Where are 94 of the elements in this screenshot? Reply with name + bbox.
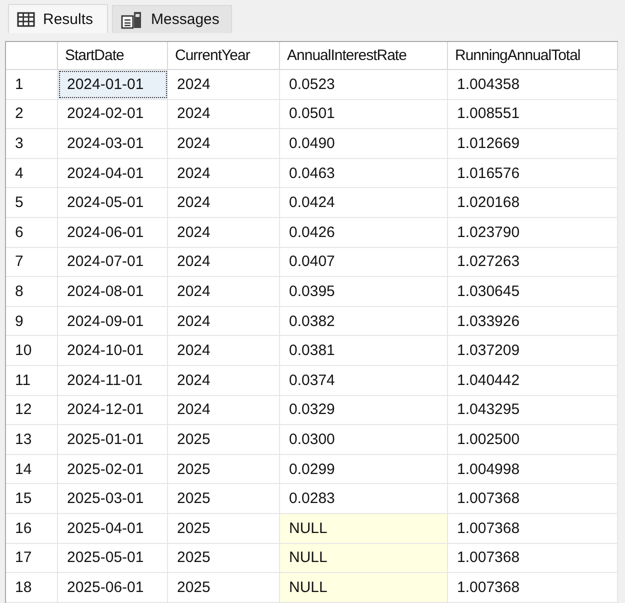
table-cell: 2024-01-01 xyxy=(58,70,168,99)
row-number[interactable]: 3 xyxy=(6,129,58,158)
table-cell: 2025-01-01 xyxy=(58,425,168,454)
table-cell: 2024 xyxy=(168,70,280,99)
table-cell: 1.002500 xyxy=(448,425,618,454)
table-cell: 2024 xyxy=(168,129,280,158)
table-cell: 1.030645 xyxy=(448,277,618,306)
table-cell: 1.004358 xyxy=(448,70,618,99)
table-cell: 0.0424 xyxy=(280,188,448,217)
row-number[interactable]: 6 xyxy=(6,218,58,247)
table-cell: 2024-05-01 xyxy=(58,188,168,217)
row-number[interactable]: 4 xyxy=(6,158,58,188)
table-cell: 0.0501 xyxy=(280,100,448,128)
column-header[interactable]: RunningAnnualTotal xyxy=(448,42,618,69)
column-header[interactable]: CurrentYear xyxy=(168,42,280,69)
table-cell: 2024 xyxy=(168,218,280,247)
table-cell: 0.0523 xyxy=(280,70,448,99)
row-number[interactable]: 16 xyxy=(6,514,58,542)
table-cell: 1.033926 xyxy=(448,306,618,336)
table-cell: 2025-04-01 xyxy=(58,514,168,542)
row-number[interactable]: 5 xyxy=(6,188,58,217)
row-number[interactable]: 17 xyxy=(6,544,58,572)
row-number[interactable]: 9 xyxy=(6,306,58,336)
table-cell: 2025-03-01 xyxy=(58,484,168,513)
table-cell: 1.007368 xyxy=(448,544,618,572)
row-number[interactable]: 13 xyxy=(6,425,58,454)
table-cell: 0.0374 xyxy=(280,366,448,395)
table-cell: 2025-05-01 xyxy=(58,544,168,572)
table-cell: 2024 xyxy=(168,366,280,395)
table-cell: 0.0463 xyxy=(280,158,448,188)
table-cell: 2024 xyxy=(168,396,280,424)
table-cell: 2024-06-01 xyxy=(58,218,168,247)
table-cell: 2024 xyxy=(168,100,280,128)
table-cell: 2025 xyxy=(168,484,280,513)
column-header[interactable]: AnnualInterestRate xyxy=(280,42,448,69)
table-cell: 2024-08-01 xyxy=(58,277,168,306)
table-cell: 1.027263 xyxy=(448,248,618,276)
row-number[interactable]: 12 xyxy=(6,396,58,424)
table-cell: 2025 xyxy=(168,425,280,454)
table-cell: 0.0407 xyxy=(280,248,448,276)
table-cell: NULL xyxy=(280,514,448,542)
table-cell: 2024-03-01 xyxy=(58,129,168,158)
table-cell: 1.008551 xyxy=(448,100,618,128)
table-cell: 1.012669 xyxy=(448,129,618,158)
table-cell: 0.0395 xyxy=(280,277,448,306)
table-cell: 1.023790 xyxy=(448,218,618,247)
table-cell: 0.0329 xyxy=(280,396,448,424)
table-cell: 1.007368 xyxy=(448,484,618,513)
grid-icon xyxy=(17,12,35,26)
table-cell: 0.0490 xyxy=(280,129,448,158)
row-number[interactable]: 14 xyxy=(6,454,58,484)
table-cell: 2024-11-01 xyxy=(58,366,168,395)
table-cell: 2024-10-01 xyxy=(58,336,168,365)
tab[interactable]: Results xyxy=(8,4,108,33)
tab[interactable]: Messages xyxy=(112,5,232,33)
column-header[interactable]: StartDate xyxy=(58,42,168,69)
table-cell: 0.0426 xyxy=(280,218,448,247)
table-cell: 2024 xyxy=(168,306,280,336)
table-cell: 2024-09-01 xyxy=(58,306,168,336)
row-number[interactable]: 7 xyxy=(6,248,58,276)
row-number[interactable]: 11 xyxy=(6,366,58,395)
table-cell: 1.043295 xyxy=(448,396,618,424)
table-cell: 0.0300 xyxy=(280,425,448,454)
row-number[interactable]: 2 xyxy=(6,100,58,128)
table-cell: 2024-12-01 xyxy=(58,396,168,424)
table-cell: 2024 xyxy=(168,248,280,276)
document-icon xyxy=(121,10,144,28)
row-number[interactable]: 15 xyxy=(6,484,58,513)
table-cell: 1.004998 xyxy=(448,454,618,484)
row-number[interactable]: 8 xyxy=(6,277,58,306)
table-cell: 1.016576 xyxy=(448,158,618,188)
table-cell: NULL xyxy=(280,573,448,602)
table-cell: 2024 xyxy=(168,158,280,188)
table-cell: 0.0381 xyxy=(280,336,448,365)
row-number[interactable]: 18 xyxy=(6,573,58,602)
row-number[interactable]: 10 xyxy=(6,336,58,365)
table-cell: 2024-02-01 xyxy=(58,100,168,128)
table-cell: 2024-04-01 xyxy=(58,158,168,188)
table-cell: 0.0283 xyxy=(280,484,448,513)
table-cell: 2025-02-01 xyxy=(58,454,168,484)
table-cell: 0.0299 xyxy=(280,454,448,484)
table-cell: 1.040442 xyxy=(448,366,618,395)
table-cell: 2024-07-01 xyxy=(58,248,168,276)
table-cell: 1.007368 xyxy=(448,573,618,602)
table-cell: 1.020168 xyxy=(448,188,618,217)
table-cell: 2025 xyxy=(168,454,280,484)
table-cell: 2024 xyxy=(168,188,280,217)
table-cell: 2025-06-01 xyxy=(58,573,168,602)
table-cell: 2024 xyxy=(168,277,280,306)
table-cell: NULL xyxy=(280,544,448,572)
table-cell: 2024 xyxy=(168,336,280,365)
table-cell: 0.0382 xyxy=(280,306,448,336)
table-cell: 1.007368 xyxy=(448,514,618,542)
table-cell: 1.037209 xyxy=(448,336,618,365)
